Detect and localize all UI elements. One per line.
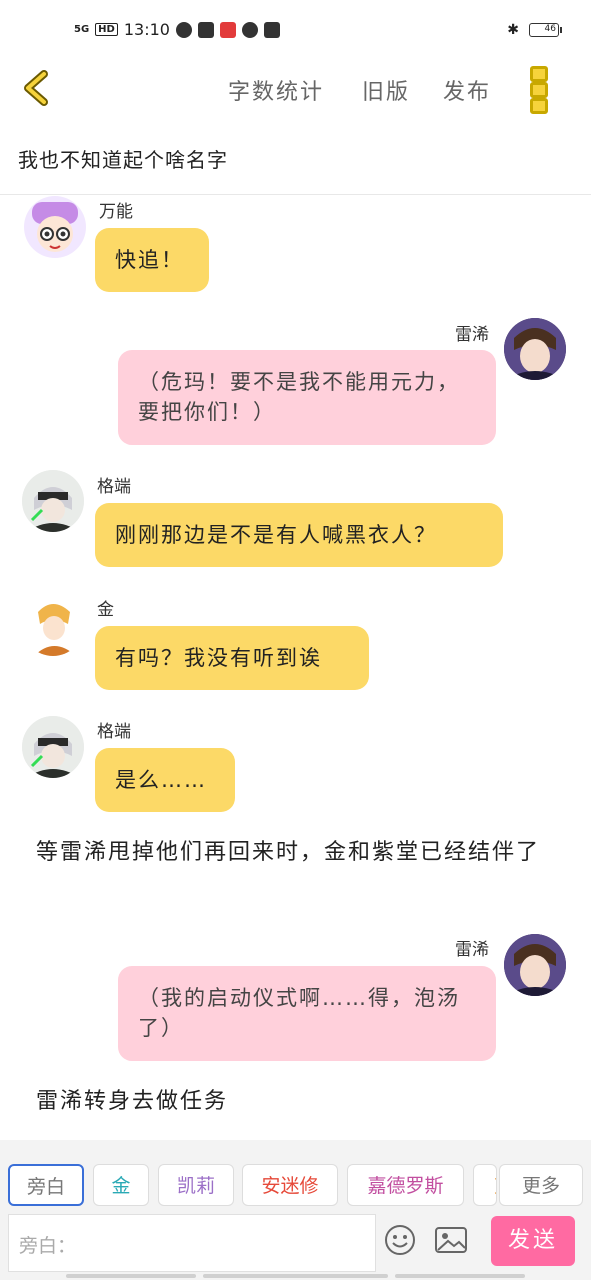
story-title[interactable]: 我也不知道起个啥名字 [18, 144, 228, 173]
avatar[interactable] [504, 318, 566, 380]
character-avatar-icon [22, 470, 84, 532]
image-button[interactable] [434, 1224, 468, 1256]
sender-name: 雷浠 [455, 325, 489, 345]
message-bubble[interactable]: 刚刚那边是不是有人喊黑衣人？ [95, 503, 503, 567]
image-icon [435, 1227, 467, 1253]
message-bubble[interactable]: 快追！ [95, 228, 209, 292]
sender-name: 格端 [97, 722, 131, 742]
character-avatar-icon [504, 318, 566, 380]
sender-name: 万能 [99, 202, 133, 222]
app-notification-icon [175, 21, 192, 38]
status-right: ✱ 46 [507, 22, 562, 38]
header-divider [0, 194, 591, 195]
editor-header: 字数统计 旧版 发布 [0, 60, 591, 120]
fan-icon [241, 21, 258, 38]
message-bubble[interactable]: 是么…… [95, 748, 235, 812]
input-bar: 旁白： 发送 [0, 1210, 591, 1280]
back-button[interactable] [18, 66, 62, 110]
signal-indicator: 5G [74, 23, 90, 35]
character-chip-jin[interactable]: 金 [93, 1164, 149, 1206]
nav-indicator [395, 1274, 525, 1278]
character-chip-partial[interactable]: 艾 [473, 1164, 497, 1206]
sender-name: 雷浠 [455, 940, 489, 960]
menu-dot-icon [530, 98, 548, 114]
menu-dot-icon [530, 66, 548, 82]
character-selector-bar: 旁白 金 凯莉 安迷修 嘉德罗斯 艾 更多 [0, 1140, 591, 1210]
send-button[interactable]: 发送 [491, 1216, 575, 1266]
square-notification-icon [263, 21, 280, 38]
avatar[interactable] [22, 716, 84, 778]
character-chip-kaili[interactable]: 凯莉 [158, 1164, 234, 1206]
status-left: 5G HD 13:10 [74, 20, 280, 39]
nav-indicator [66, 1274, 196, 1278]
sender-name: 格端 [97, 477, 131, 497]
clock: 13:10 [123, 20, 170, 39]
character-avatar-icon [32, 202, 78, 252]
avatar[interactable] [504, 934, 566, 996]
battery-indicator: 46 [529, 23, 562, 37]
character-avatar-icon [22, 594, 84, 656]
bluetooth-icon: ✱ [507, 22, 519, 38]
word-count-link[interactable]: 字数统计 [228, 74, 324, 106]
character-chip-anmixiu[interactable]: 安迷修 [242, 1164, 338, 1206]
more-characters-button[interactable]: 更多 [499, 1164, 583, 1206]
emoji-button[interactable] [384, 1224, 416, 1256]
nav-indicator [203, 1274, 388, 1278]
message-input[interactable]: 旁白： [8, 1214, 376, 1272]
hd-badge: HD [95, 23, 118, 36]
app-badge-icon [219, 21, 236, 38]
more-menu-button[interactable] [530, 66, 558, 114]
sender-name: 金 [97, 600, 114, 620]
old-version-link[interactable]: 旧版 [362, 74, 410, 106]
avatar[interactable] [22, 470, 84, 532]
character-chip-narrator[interactable]: 旁白 [8, 1164, 84, 1206]
avatar[interactable] [24, 196, 86, 258]
avatar[interactable] [22, 594, 84, 656]
message-notification-icon [197, 21, 214, 38]
narration-text[interactable]: 雷浠转身去做任务 [36, 1086, 556, 1117]
publish-link[interactable]: 发布 [443, 74, 491, 106]
smiley-icon [385, 1225, 415, 1255]
message-bubble[interactable]: （我的启动仪式啊……得，泡汤了） [118, 966, 496, 1061]
message-bubble[interactable]: （危玛！要不是我不能用元力，要把你们！） [118, 350, 496, 445]
character-avatar-icon [504, 934, 566, 996]
menu-dot-icon [530, 82, 548, 98]
chevron-left-icon [24, 70, 48, 106]
narration-text[interactable]: 等雷浠甩掉他们再回来时，金和紫堂已经结伴了 [36, 837, 556, 868]
status-bar: 5G HD 13:10 ✱ 46 [0, 0, 591, 60]
message-bubble[interactable]: 有吗？我没有听到诶 [95, 626, 369, 690]
character-avatar-icon [22, 716, 84, 778]
character-chip-jiadeluosi[interactable]: 嘉德罗斯 [347, 1164, 464, 1206]
